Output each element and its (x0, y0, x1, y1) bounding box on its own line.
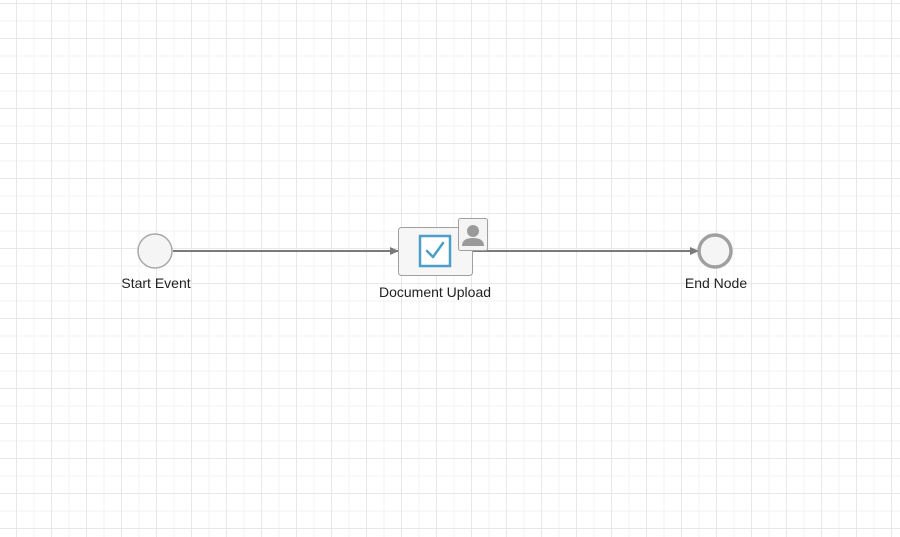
end-event-node[interactable] (697, 233, 733, 269)
diagram-svg (137, 218, 733, 276)
start-event-node[interactable] (137, 233, 173, 269)
end-node-label: End Node (684, 275, 748, 291)
checkbox-icon (418, 234, 452, 268)
diagram-canvas[interactable]: Start Event Document Upload End Node (0, 0, 900, 537)
task-label: Document Upload (378, 284, 492, 300)
user-task-badge[interactable] (458, 218, 488, 251)
start-event-label: Start Event (121, 275, 191, 291)
